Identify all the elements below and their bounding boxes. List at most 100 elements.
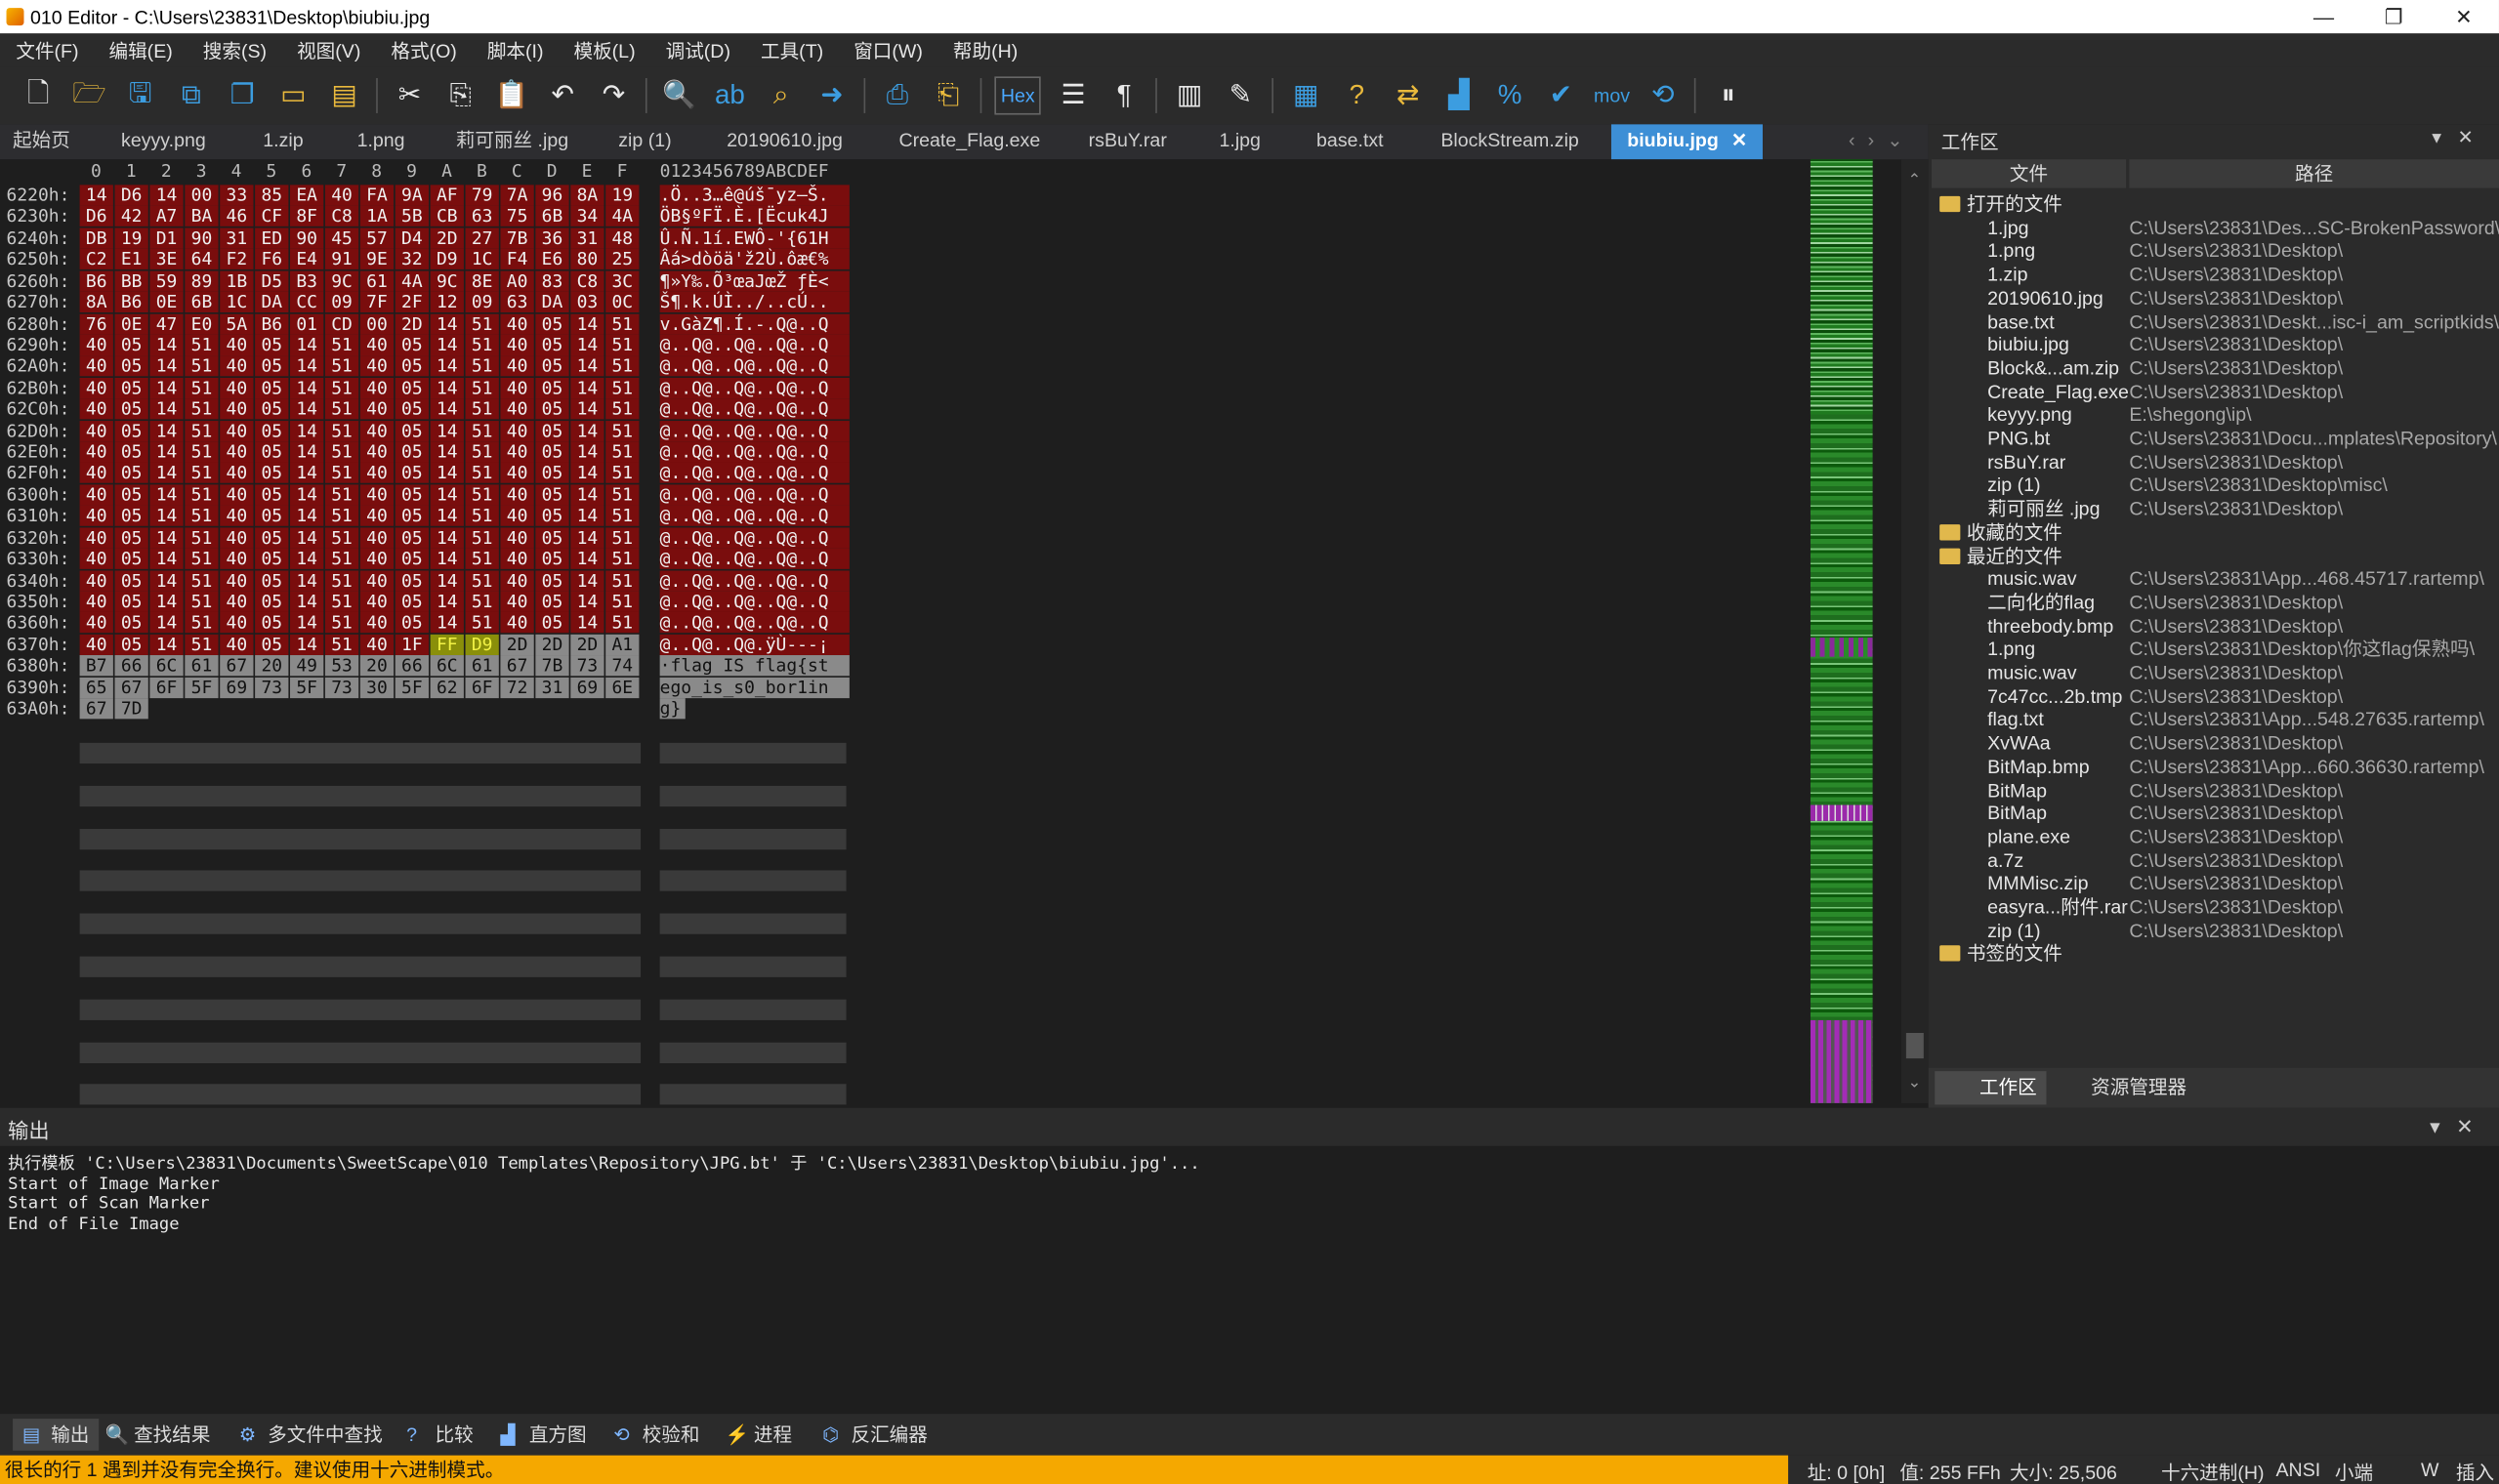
hex-byte[interactable]: 51 (465, 334, 499, 355)
hex-byte[interactable]: F6 (255, 249, 289, 270)
calculator-icon[interactable]: ▦ (1287, 76, 1325, 114)
hex-byte[interactable]: 69 (220, 677, 254, 698)
hex-byte[interactable]: 14 (149, 506, 184, 527)
hex-byte[interactable]: 05 (114, 526, 148, 549)
hex-byte[interactable]: B3 (290, 270, 324, 292)
hex-byte[interactable]: E1 (114, 249, 148, 270)
hex-byte[interactable]: E4 (290, 249, 324, 270)
pilcrow-icon[interactable]: ¶ (1105, 76, 1144, 114)
hex-byte[interactable]: E6 (535, 249, 569, 270)
hex-byte[interactable]: 14 (570, 312, 604, 335)
workspace-file-row[interactable]: BitMap.bmp C:\Users\23831\App...660.36630… (1929, 756, 2499, 779)
hex-byte[interactable]: 14 (149, 355, 184, 377)
hex-byte[interactable]: 31 (220, 227, 254, 249)
hex-byte[interactable]: 14 (290, 398, 324, 420)
hex-byte[interactable]: 14 (570, 441, 604, 463)
hex-byte[interactable]: 05 (535, 484, 569, 506)
hex-byte[interactable]: FF (430, 634, 464, 655)
hex-byte[interactable]: 00 (359, 312, 395, 335)
hex-byte[interactable]: 40 (220, 569, 254, 591)
hex-byte[interactable]: 51 (324, 355, 359, 377)
tab-file[interactable]: 20190610.jpg (727, 124, 843, 159)
hex-byte[interactable]: 42 (114, 206, 148, 227)
hex-byte[interactable]: CB (430, 206, 464, 227)
hex-byte[interactable]: 2D (570, 634, 604, 655)
hex-byte[interactable]: 89 (185, 270, 219, 292)
hex-byte[interactable]: D5 (255, 270, 289, 292)
hex-byte[interactable]: 14 (290, 484, 324, 506)
hex-byte[interactable]: 05 (255, 548, 289, 570)
hex-byte[interactable]: D1 (149, 227, 184, 249)
hex-byte[interactable]: 25 (605, 249, 640, 270)
tab-file[interactable]: 起始页 (13, 124, 70, 159)
hex-row[interactable]: 6220h: 14 D6 14 00 33 85 EA 40 FA 9A AF 79 7A 96 8A 19 .Ö… (0, 185, 860, 206)
hex-byte[interactable]: 51 (185, 591, 219, 612)
hex-byte[interactable]: 40 (79, 355, 113, 377)
hex-byte[interactable]: 51 (465, 420, 499, 441)
hex-byte[interactable]: D6 (79, 206, 113, 227)
hex-byte[interactable]: 51 (185, 441, 219, 463)
hex-byte[interactable]: 3E (149, 249, 184, 270)
workspace-controls[interactable]: ▾✕ (2432, 126, 2489, 148)
hex-byte[interactable]: 14 (430, 334, 464, 355)
hex-row[interactable]: 6390h: 65 67 6F 5F 69 73 5F 73 30 5F 62 6F 72 31 69 6E eg… (0, 677, 860, 698)
open-file-icon[interactable]: 🗁 (70, 76, 108, 114)
redo-icon[interactable]: ↷ (595, 76, 633, 114)
hex-byte[interactable]: 83 (535, 270, 569, 292)
minimize-button[interactable]: — (2289, 0, 2359, 33)
hex-byte[interactable]: 40 (79, 398, 113, 420)
bottom-tab[interactable]: ? 比较 (406, 1421, 474, 1449)
hex-byte[interactable]: D9 (430, 249, 464, 270)
copy-icon[interactable]: ⎘ (441, 76, 479, 114)
hex-byte[interactable]: 40 (79, 548, 113, 570)
hex-byte[interactable]: A7 (149, 206, 184, 227)
workspace-file-row[interactable]: easyra...附件.rar C:\Users\23831\Desktop\ (1929, 896, 2499, 920)
hex-byte[interactable]: DA (535, 291, 569, 313)
hex-byte[interactable]: 14 (570, 355, 604, 377)
ascii-text[interactable]: @..Q@..Q@..Q@..Q (659, 441, 850, 463)
menu-item[interactable]: 调试(D) (649, 37, 744, 64)
hex-byte[interactable]: 51 (324, 398, 359, 420)
hex-byte[interactable]: 51 (605, 506, 640, 527)
hex-byte[interactable]: 01 (290, 312, 324, 335)
hex-byte[interactable]: CD (324, 312, 359, 335)
workspace-file-row[interactable]: a.7z C:\Users\23831\Desktop\ (1929, 849, 2499, 873)
hex-byte[interactable]: 51 (605, 526, 640, 549)
hex-byte[interactable]: 40 (500, 334, 534, 355)
hex-byte[interactable]: 51 (465, 591, 499, 612)
hex-byte[interactable]: 65 (79, 677, 113, 698)
hex-byte[interactable]: 1B (220, 270, 254, 292)
ascii-text[interactable]: @..Q@..Q@..Q@..Q (659, 612, 850, 634)
ascii-text[interactable]: @..Q@..Q@..Q@..Q (659, 377, 850, 398)
hex-byte[interactable]: 40 (500, 612, 534, 634)
hex-byte[interactable]: 72 (500, 677, 534, 698)
hex-byte[interactable]: 05 (395, 334, 430, 355)
hex-byte[interactable]: 05 (535, 334, 569, 355)
hex-byte[interactable]: 51 (185, 355, 219, 377)
hex-row[interactable]: 6310h: 40 05 14 51 40 05 14 51 40 05 14 51 40 05 14 51 @.… (0, 506, 860, 527)
hex-byte[interactable]: 09 (324, 291, 359, 313)
workspace-file-row[interactable]: zip (1) C:\Users\23831\Desktop\misc\ (1929, 474, 2499, 498)
hex-byte[interactable]: 51 (185, 398, 219, 420)
hex-byte[interactable]: 05 (535, 420, 569, 441)
hex-byte[interactable]: 51 (465, 441, 499, 463)
hex-byte[interactable]: 14 (570, 484, 604, 506)
hex-byte[interactable]: 74 (605, 655, 640, 677)
hex-byte[interactable]: 05 (114, 377, 148, 398)
hex-row[interactable]: 6370h: 40 05 14 51 40 05 14 51 40 1F FF D9 2D 2D 2D A1 @.… (0, 634, 860, 655)
workspace-file-row[interactable]: 1.zip C:\Users\23831\Desktop\ (1929, 264, 2499, 287)
hex-byte[interactable]: 96 (535, 185, 569, 206)
hex-byte[interactable]: 73 (324, 677, 359, 698)
workspace-file-row[interactable]: BitMap C:\Users\23831\Desktop\ (1929, 779, 2499, 803)
hex-byte[interactable]: 14 (430, 377, 464, 398)
hex-byte[interactable]: 27 (465, 227, 499, 249)
hex-byte[interactable]: 12 (430, 291, 464, 313)
save-as-icon[interactable]: ⧉ (172, 76, 210, 114)
hex-byte[interactable]: D6 (114, 185, 148, 206)
workspace-file-row[interactable]: keyyy.png E:\shegong\ip\ (1929, 404, 2499, 428)
hex-byte[interactable]: AF (430, 185, 464, 206)
hex-byte[interactable]: 40 (500, 463, 534, 484)
ascii-text[interactable]: @..Q@..Q@..Q@..Q (659, 506, 850, 527)
hex-byte[interactable]: B6 (114, 291, 148, 313)
hex-byte[interactable]: 51 (465, 612, 499, 634)
